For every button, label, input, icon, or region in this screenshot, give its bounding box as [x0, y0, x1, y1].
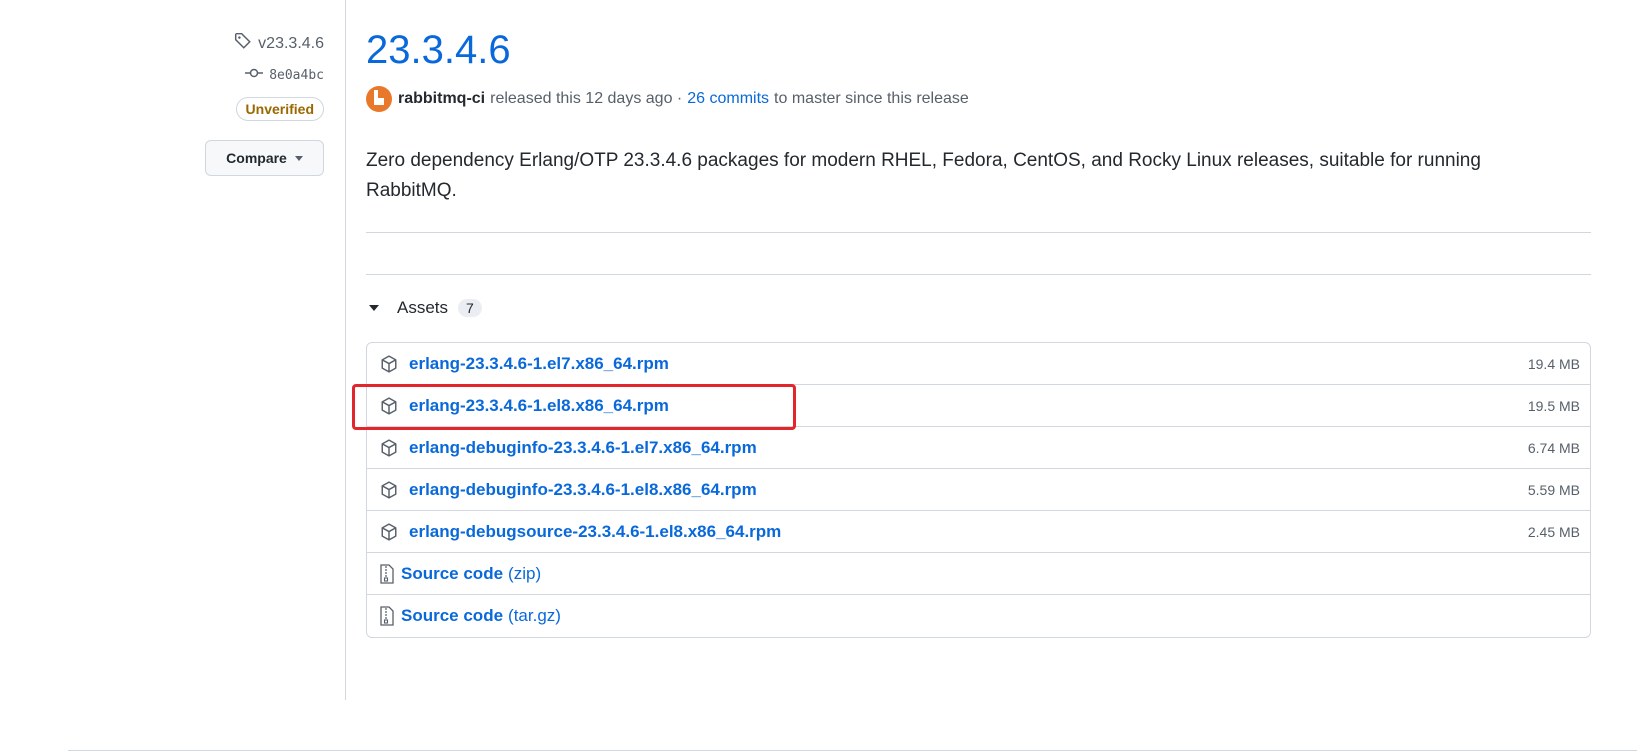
- source-format-label[interactable]: (tar.gz): [508, 606, 561, 626]
- source-code-zip-link[interactable]: Source code: [401, 564, 503, 584]
- assets-count: 7: [458, 299, 482, 317]
- asset-size: 19.5 MB: [1527, 397, 1580, 414]
- source-format-label[interactable]: (zip): [508, 564, 541, 584]
- compare-button-label: Compare: [226, 150, 287, 166]
- file-zip-icon: [379, 606, 395, 626]
- file-zip-icon: [379, 563, 395, 584]
- tag-icon: [234, 32, 252, 55]
- asset-link[interactable]: erlang-debuginfo-23.3.4.6-1.el7.x86_64.r…: [409, 438, 757, 458]
- released-text: released this 12 days ago ·: [490, 90, 683, 107]
- release-description: Zero dependency Erlang/OTP 23.3.4.6 pack…: [366, 150, 1481, 201]
- asset-size: 5.59 MB: [1527, 481, 1580, 498]
- asset-link[interactable]: erlang-debuginfo-23.3.4.6-1.el8.x86_64.r…: [409, 480, 757, 500]
- commit-icon: [245, 67, 264, 83]
- asset-size: 6.74 MB: [1527, 439, 1580, 456]
- asset-row: erlang-debugsource-23.3.4.6-1.el8.x86_64…: [367, 511, 1590, 553]
- divider: [366, 274, 1591, 275]
- compare-button[interactable]: Compare: [205, 140, 324, 176]
- divider: [366, 232, 1591, 233]
- commits-link[interactable]: 26 commits: [687, 90, 769, 108]
- avatar[interactable]: [366, 86, 392, 112]
- asset-row: Source code (tar.gz): [367, 595, 1590, 637]
- package-icon: [379, 522, 399, 542]
- triangle-down-icon: [369, 305, 379, 311]
- tag-link[interactable]: v23.3.4.6: [234, 32, 324, 55]
- release-title[interactable]: 23.3.4.6: [366, 28, 511, 73]
- assets-label: Assets: [397, 298, 449, 317]
- commit-sha: 8e0a4bc: [269, 67, 324, 83]
- unverified-badge[interactable]: Unverified: [235, 97, 324, 121]
- package-icon: [379, 396, 399, 416]
- asset-link[interactable]: erlang-23.3.4.6-1.el7.x86_64.rpm: [409, 354, 669, 374]
- asset-row: erlang-23.3.4.6-1.el8.x86_64.rpm 19.5 MB: [367, 385, 1590, 427]
- asset-row: erlang-debuginfo-23.3.4.6-1.el8.x86_64.r…: [367, 469, 1590, 511]
- commit-link[interactable]: 8e0a4bc: [245, 67, 324, 83]
- chevron-down-icon: [294, 155, 303, 161]
- asset-link[interactable]: erlang-23.3.4.6-1.el8.x86_64.rpm: [409, 396, 669, 416]
- source-code-targz-link[interactable]: Source code: [401, 606, 503, 626]
- package-icon: [379, 354, 399, 374]
- asset-row: erlang-debuginfo-23.3.4.6-1.el7.x86_64.r…: [367, 427, 1590, 469]
- sidebar-divider: [345, 0, 346, 700]
- assets-toggle[interactable]: Assets 7: [369, 298, 482, 318]
- release-meta: rabbitmq-ci released this 12 days ago · …: [366, 86, 969, 112]
- asset-size: 2.45 MB: [1527, 523, 1580, 540]
- assets-list: erlang-23.3.4.6-1.el7.x86_64.rpm 19.4 MB…: [366, 342, 1591, 638]
- package-icon: [379, 480, 399, 500]
- since-text: to master since this release: [774, 90, 969, 107]
- asset-row: Source code (zip): [367, 553, 1590, 595]
- author-link[interactable]: rabbitmq-ci: [398, 90, 485, 108]
- asset-row: erlang-23.3.4.6-1.el7.x86_64.rpm 19.4 MB: [367, 343, 1590, 385]
- footer-divider: [68, 750, 1637, 751]
- asset-size: 19.4 MB: [1527, 355, 1580, 372]
- asset-link[interactable]: erlang-debugsource-23.3.4.6-1.el8.x86_64…: [409, 522, 781, 542]
- release-sidebar: v23.3.4.6 8e0a4bc Unverified Compare: [0, 0, 346, 700]
- tag-label: v23.3.4.6: [258, 34, 324, 52]
- package-icon: [379, 438, 399, 458]
